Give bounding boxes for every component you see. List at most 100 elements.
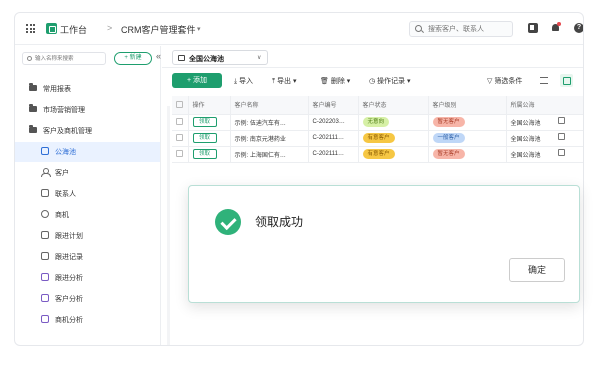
- row-checkbox-cell[interactable]: [172, 130, 189, 147]
- row-detail-icon[interactable]: [558, 133, 565, 140]
- collapse-sidebar-icon[interactable]: «: [156, 51, 161, 61]
- global-search[interactable]: [409, 21, 513, 37]
- table-row[interactable]: 领取 示例: 南京元港药业 C-202111… 有意客户 一般客户 全国公海池: [172, 130, 583, 147]
- customer-table: 操作 客户名称 客户编号 客户状态 客户级别 所属公海 领取 示例: 伍迪汽车有…: [172, 96, 583, 163]
- sidebar-item-label: 跟进分析: [55, 275, 83, 282]
- sidebar-item-opportunity-analysis[interactable]: 商机分析: [15, 310, 160, 330]
- sidebar-item-public-pool[interactable]: 公海池: [15, 142, 160, 162]
- folder-icon: [29, 83, 37, 91]
- claim-button[interactable]: 领取: [192, 133, 217, 143]
- record-icon: [41, 252, 49, 260]
- sidebar-item-contacts[interactable]: 联系人: [15, 184, 160, 204]
- status-cell: 有意客户: [358, 130, 429, 147]
- sidebar-item-label: 商机分析: [55, 317, 83, 324]
- level-cell: 一般客户: [428, 130, 507, 147]
- folder-icon: [29, 125, 37, 133]
- row-detail-icon[interactable]: [558, 117, 565, 124]
- level-badge: 一般客户: [432, 133, 465, 143]
- import-button[interactable]: ⤓ 导入: [234, 76, 253, 86]
- top-navigation-bar: 工作台 > CRM客户管理套件 ▾ ?: [15, 13, 583, 45]
- layout-toggle-icon[interactable]: [560, 74, 573, 87]
- view-bar: 全国公海池 ∨: [162, 46, 583, 68]
- row-checkbox[interactable]: [176, 150, 183, 158]
- row-checkbox[interactable]: [176, 118, 183, 126]
- sidebar-item-reports[interactable]: 常用报表: [15, 79, 160, 99]
- view-selector-label: 全国公海池: [189, 56, 224, 63]
- delete-button[interactable]: 🗑 删除 ▾: [320, 76, 350, 86]
- workbench-logo-icon: [46, 23, 57, 34]
- sidebar-item-opportunity[interactable]: 商机: [15, 205, 160, 225]
- customer-name-cell[interactable]: 示例: 上海国仁有…: [230, 146, 309, 163]
- sidebar-item-followup-plan[interactable]: 跟进计划: [15, 226, 160, 246]
- customer-code-cell: C-202203…: [308, 114, 359, 131]
- sidebar-item-label: 客户: [55, 170, 69, 177]
- pool-cell: 全国公海池: [506, 146, 583, 163]
- person-icon: [41, 168, 51, 177]
- breadcrumb-workbench[interactable]: 工作台: [60, 23, 87, 36]
- level-badge: 暂无客户: [432, 149, 465, 159]
- column-header[interactable]: 所属公海: [506, 96, 583, 115]
- sidebar-item-label: 跟进记录: [55, 254, 83, 261]
- success-dialog: 领取成功 确定: [188, 185, 580, 303]
- help-icon[interactable]: ?: [574, 23, 583, 33]
- status-cell: 有意客户: [358, 146, 429, 163]
- global-search-input[interactable]: [428, 24, 510, 35]
- claim-button[interactable]: 领取: [192, 149, 217, 159]
- message-icon[interactable]: [528, 23, 538, 33]
- folder-icon: [29, 104, 37, 112]
- claim-button[interactable]: 领取: [192, 117, 217, 127]
- action-cell: 领取: [188, 114, 231, 131]
- sidebar-item-customer[interactable]: 客户: [15, 163, 160, 183]
- status-badge: 无意向: [362, 117, 390, 127]
- sidebar-item-customer-opportunity[interactable]: 客户及商机管理: [15, 121, 160, 141]
- table-header-row: 操作 客户名称 客户编号 客户状态 客户级别 所属公海: [172, 96, 583, 115]
- row-detail-icon[interactable]: [558, 149, 565, 156]
- sort-icon[interactable]: [540, 77, 548, 84]
- table-view-icon: [178, 55, 185, 61]
- row-checkbox-cell[interactable]: [172, 146, 189, 163]
- level-cell: 暂无客户: [428, 114, 507, 131]
- confirm-button[interactable]: 确定: [509, 258, 565, 282]
- chart-icon: [41, 273, 49, 281]
- view-selector[interactable]: 全国公海池 ∨: [172, 50, 268, 65]
- sidebar-item-followup-analysis[interactable]: 跟进分析: [15, 268, 160, 288]
- chevron-down-icon[interactable]: ▾: [197, 25, 201, 33]
- new-button[interactable]: + 新建: [114, 52, 152, 65]
- sidebar-item-label: 客户分析: [55, 296, 83, 303]
- column-header[interactable]: 客户级别: [428, 96, 507, 115]
- select-all-checkbox[interactable]: [176, 101, 183, 109]
- search-icon: [27, 56, 32, 61]
- action-cell: 领取: [188, 146, 231, 163]
- sidebar-search-input[interactable]: [35, 54, 103, 64]
- column-header[interactable]: 操作: [188, 96, 231, 115]
- sidebar-item-label: 市场营销管理: [43, 107, 85, 114]
- select-all-cell[interactable]: [172, 96, 189, 115]
- notification-bell-icon[interactable]: [551, 22, 561, 33]
- level-cell: 暂无客户: [428, 146, 507, 163]
- customer-name-cell[interactable]: 示例: 伍迪汽车有…: [230, 114, 309, 131]
- table-row[interactable]: 领取 示例: 上海国仁有… C-202111… 有意客户 暂无客户 全国公海池: [172, 146, 583, 163]
- sidebar-item-marketing[interactable]: 市场营销管理: [15, 100, 160, 120]
- sidebar-item-label: 联系人: [55, 191, 76, 198]
- customer-name-cell[interactable]: 示例: 南京元港药业: [230, 130, 309, 147]
- row-checkbox-cell[interactable]: [172, 114, 189, 131]
- opportunity-icon: [41, 210, 49, 218]
- sidebar-item-followup-record[interactable]: 跟进记录: [15, 247, 160, 267]
- operation-log-button[interactable]: ◷ 操作记录 ▾: [369, 76, 411, 86]
- column-header[interactable]: 客户名称: [230, 96, 309, 115]
- chart-icon: [41, 315, 49, 323]
- row-checkbox[interactable]: [176, 134, 183, 142]
- sidebar-search[interactable]: [22, 52, 106, 65]
- export-button[interactable]: ⤒ 导出 ▾: [272, 76, 297, 86]
- customer-code-cell: C-202111…: [308, 146, 359, 163]
- sidebar-item-customer-analysis[interactable]: 客户分析: [15, 289, 160, 309]
- status-cell: 无意向: [358, 114, 429, 131]
- table-row[interactable]: 领取 示例: 伍迪汽车有… C-202203… 无意向 暂无客户 全国公海池: [172, 114, 583, 131]
- add-button[interactable]: + 添加: [172, 73, 222, 88]
- breadcrumb-crm-suite[interactable]: CRM客户管理套件: [121, 23, 196, 36]
- column-header[interactable]: 客户状态: [358, 96, 429, 115]
- column-header[interactable]: 客户编号: [308, 96, 359, 115]
- app-grid-icon[interactable]: [26, 24, 35, 33]
- filter-button[interactable]: ▽ 筛选条件: [487, 76, 522, 86]
- contact-card-icon: [41, 189, 49, 197]
